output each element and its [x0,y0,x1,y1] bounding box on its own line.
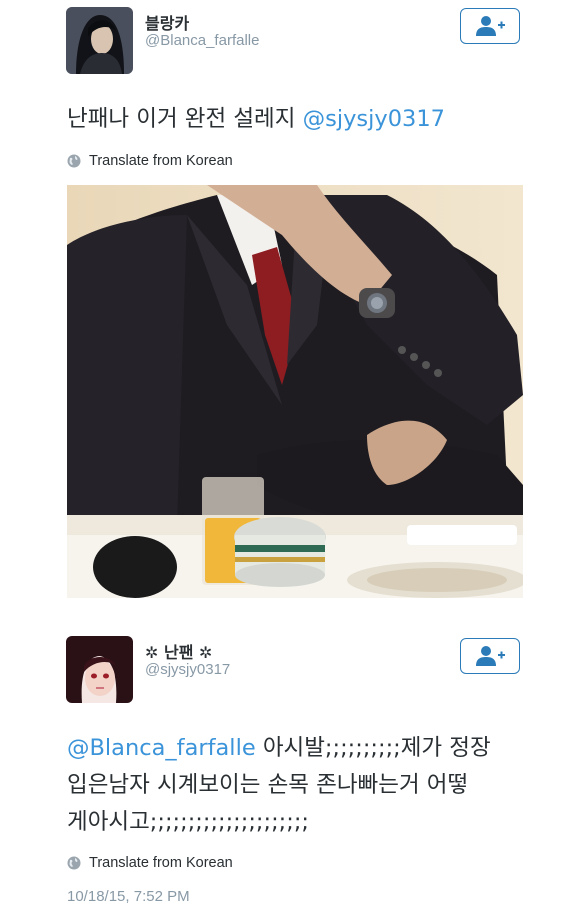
tweet-timestamp[interactable]: 10/18/15, 7:52 PM [67,888,190,905]
tweet-body: 난패나 이거 완전 설레지 [67,106,303,132]
reply-follow-button[interactable] [460,638,520,674]
reply-body-1: 아시발;;;;;;;;;;제가 정장 [255,735,491,761]
add-user-icon [476,16,505,36]
author-avatar[interactable] [66,7,133,74]
reply-author-handle[interactable]: @sjysjy0317 [145,661,230,678]
reply-author-name[interactable]: ✲ 난팬 ✲ [145,639,212,663]
reply-mention-link[interactable]: @Blanca_farfalle [67,735,256,761]
reply-translate-link[interactable]: Translate from Korean [67,855,233,871]
follow-button[interactable] [460,8,520,44]
add-user-icon [476,646,505,666]
author-name[interactable]: 블랑카 [145,10,189,34]
reply-text-line-2: 입은남자 시계보이는 손목 존나빠는거 어떻 [67,772,469,798]
author-handle[interactable]: @Blanca_farfalle [145,32,259,49]
translate-label: Translate from Korean [89,153,233,169]
globe-icon [67,856,81,870]
translate-link[interactable]: Translate from Korean [67,153,233,169]
mention-link[interactable]: @sjysjy0317 [303,106,445,132]
reply-translate-label: Translate from Korean [89,855,233,871]
globe-icon [67,154,81,168]
reply-author-avatar[interactable] [66,636,133,703]
tweet-text: 난패나 이거 완전 설레지 @sjysjy0317 [67,102,445,136]
reply-text-line-3: 게아시고;;;;;;;;;;;;;;;;;;;;; [67,809,309,835]
reply-text-line-1: @Blanca_farfalle 아시발;;;;;;;;;;제가 정장 [67,731,491,765]
tweet-photo[interactable] [67,185,523,598]
